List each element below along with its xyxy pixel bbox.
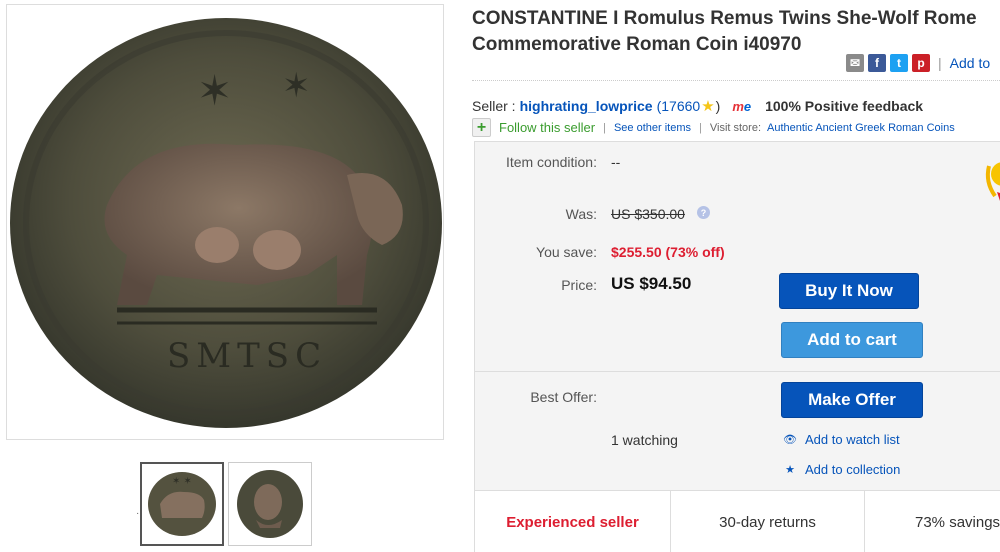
- item-condition-value: --: [611, 154, 621, 170]
- pipe-separator: |: [699, 121, 702, 134]
- me-page-icon[interactable]: me: [732, 99, 751, 114]
- price-label: Price:: [561, 277, 597, 293]
- you-save-value: $255.50 (73% off): [611, 244, 725, 260]
- add-to-watch-list-link[interactable]: 👁 Add to watch list: [781, 432, 900, 447]
- buy-it-now-button[interactable]: Buy It Now: [779, 273, 919, 309]
- info-icon[interactable]: ?: [697, 206, 710, 219]
- email-share-icon[interactable]: ✉: [846, 54, 864, 72]
- best-offer-label: Best Offer:: [530, 389, 597, 405]
- twitter-share-icon[interactable]: t: [890, 54, 908, 72]
- returns-badge: 30-day returns: [671, 491, 865, 552]
- facebook-share-icon[interactable]: f: [868, 54, 886, 72]
- pinterest-share-icon[interactable]: p: [912, 54, 930, 72]
- share-row: ✉ f t p | Add to: [846, 54, 990, 72]
- add-to-link[interactable]: Add to: [950, 55, 990, 71]
- eye-icon: 👁: [783, 434, 797, 446]
- savings-badge: 73% savings: [915, 513, 1000, 531]
- was-price-label: Was:: [565, 206, 597, 222]
- seller-label: Seller :: [472, 98, 516, 114]
- follow-seller-link[interactable]: Follow this seller: [499, 120, 595, 135]
- store-name-link[interactable]: Authentic Ancient Greek Roman Coins: [767, 122, 955, 134]
- visit-store-label: Visit store:: [709, 121, 762, 134]
- title-divider: [472, 80, 1000, 81]
- watch-list-label: Add to watch list: [805, 432, 900, 447]
- collection-label: Add to collection: [805, 462, 901, 477]
- experienced-seller-badge: Experienced seller: [475, 491, 671, 552]
- award-badge-icon: [985, 162, 1000, 201]
- share-separator: |: [938, 55, 942, 71]
- follow-plus-icon[interactable]: +: [472, 118, 491, 137]
- coin-inscription: SMTSC: [167, 336, 327, 376]
- seller-name-link[interactable]: highrating_lowprice: [520, 98, 653, 114]
- purchase-box: Item condition: -- Was: US $350.00 ? You…: [474, 141, 1000, 552]
- see-other-items-link[interactable]: See other items: [614, 122, 691, 134]
- positive-feedback-text: 100% Positive feedback: [765, 98, 924, 114]
- listing-details-column: CONSTANTINE I Romulus Remus Twins She-Wo…: [472, 0, 1000, 552]
- seller-info-row: Seller : highrating_lowprice (17660 ★ ) …: [472, 97, 923, 115]
- price-value: US $94.50: [611, 274, 692, 293]
- thumbnail-obverse[interactable]: ✶ ✶: [140, 462, 224, 546]
- listing-title: CONSTANTINE I Romulus Remus Twins She-Wo…: [472, 8, 977, 55]
- feedback-close: ): [715, 98, 721, 114]
- feedback-star-icon: ★: [701, 98, 715, 115]
- feedback-score-link[interactable]: (17660: [657, 98, 701, 114]
- pipe-separator: |: [603, 121, 606, 134]
- add-to-collection-link[interactable]: ★ Add to collection: [781, 462, 900, 477]
- star-icon: ★: [785, 464, 795, 476]
- main-item-image[interactable]: ✶ ✶ SMTSC: [6, 4, 444, 440]
- thumb-indicator-dot: ·: [136, 508, 140, 519]
- make-offer-button[interactable]: Make Offer: [781, 382, 923, 418]
- watching-count: 1 watching: [611, 432, 678, 448]
- seller-highlights-bar: Experienced seller 30-day returns 73% sa…: [475, 490, 1000, 552]
- thumbnail-reverse[interactable]: [228, 462, 312, 546]
- svg-text:✶ ✶: ✶ ✶: [172, 476, 192, 487]
- you-save-label: You save:: [536, 244, 597, 260]
- was-price-value: US $350.00: [611, 206, 685, 222]
- seller-actions-row: + Follow this seller | See other items |…: [472, 118, 955, 137]
- offer-divider: [475, 371, 1000, 372]
- thumbnail-strip: ✶ ✶: [140, 462, 312, 548]
- add-to-cart-button[interactable]: Add to cart: [781, 322, 923, 358]
- svg-text:✶: ✶: [197, 66, 232, 115]
- item-condition-label: Item condition:: [505, 154, 597, 170]
- svg-text:✶: ✶: [282, 66, 311, 106]
